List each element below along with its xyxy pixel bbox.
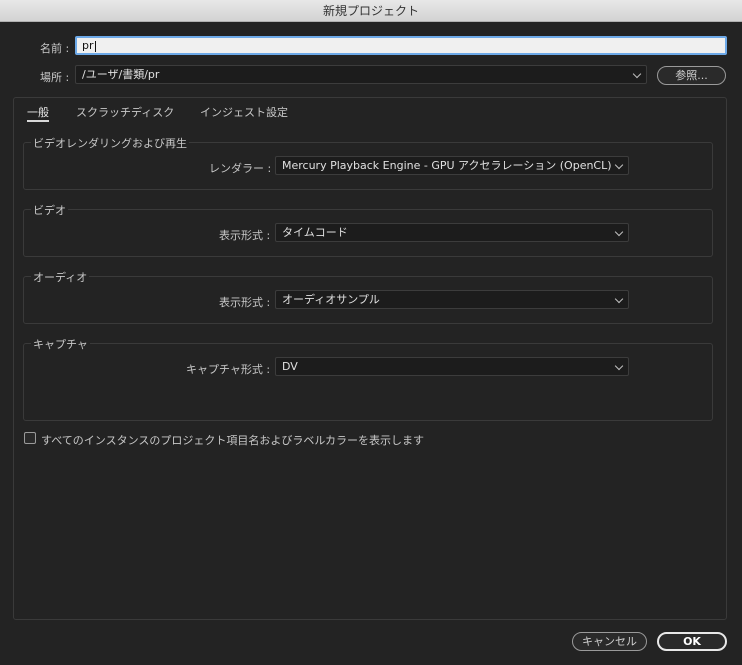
show-all-instances-label: すべてのインスタンスのプロジェクト項目名およびラベルカラーを表示します [41,434,425,447]
capture-format-value: DV [282,360,298,373]
video-group-title: ビデオ [31,202,68,218]
audio-display-format-value: オーディオサンプル [282,293,380,306]
audio-display-format-label: 表示形式 : [219,296,271,309]
cancel-button[interactable]: キャンセル [572,632,647,651]
active-tab-indicator [27,120,49,122]
location-label: 場所 : [40,71,70,84]
tab-scratch-disks[interactable]: スクラッチディスク [76,104,174,120]
window-title: 新規プロジェクト [0,0,742,22]
browse-button[interactable]: 参照... [657,66,726,85]
show-all-instances-checkbox[interactable] [24,432,36,444]
name-label: 名前 : [40,42,70,55]
chevron-down-icon [614,294,624,304]
tab-ingest-settings[interactable]: インジェスト設定 [200,104,288,120]
capture-group-title: キャプチャ [31,336,90,352]
renderer-value: Mercury Playback Engine - GPU アクセラレーション … [282,159,612,172]
video-display-format-label: 表示形式 : [219,229,271,242]
chevron-down-icon [614,227,624,237]
chevron-down-icon [614,361,624,371]
location-select[interactable]: /ユーザ/書類/pr [75,65,647,84]
renderer-label: レンダラー : [209,162,272,175]
chevron-down-icon [614,160,624,170]
audio-display-format-select[interactable]: オーディオサンプル [275,290,629,309]
video-display-format-select[interactable]: タイムコード [275,223,629,242]
renderer-select[interactable]: Mercury Playback Engine - GPU アクセラレーション … [275,156,629,175]
capture-group [23,343,713,421]
ok-button[interactable]: OK [657,632,727,651]
location-value: /ユーザ/書類/pr [82,68,160,81]
audio-group-title: オーディオ [31,269,90,285]
rendering-group-title: ビデオレンダリングおよび再生 [31,135,189,151]
tab-general[interactable]: 一般 [27,104,49,120]
project-name-input[interactable]: pr [75,36,727,55]
project-name-value: pr [82,39,94,52]
chevron-down-icon [632,69,642,79]
capture-format-select[interactable]: DV [275,357,629,376]
video-display-format-value: タイムコード [282,226,348,239]
capture-format-label: キャプチャ形式 : [186,363,271,376]
text-caret [94,40,96,52]
